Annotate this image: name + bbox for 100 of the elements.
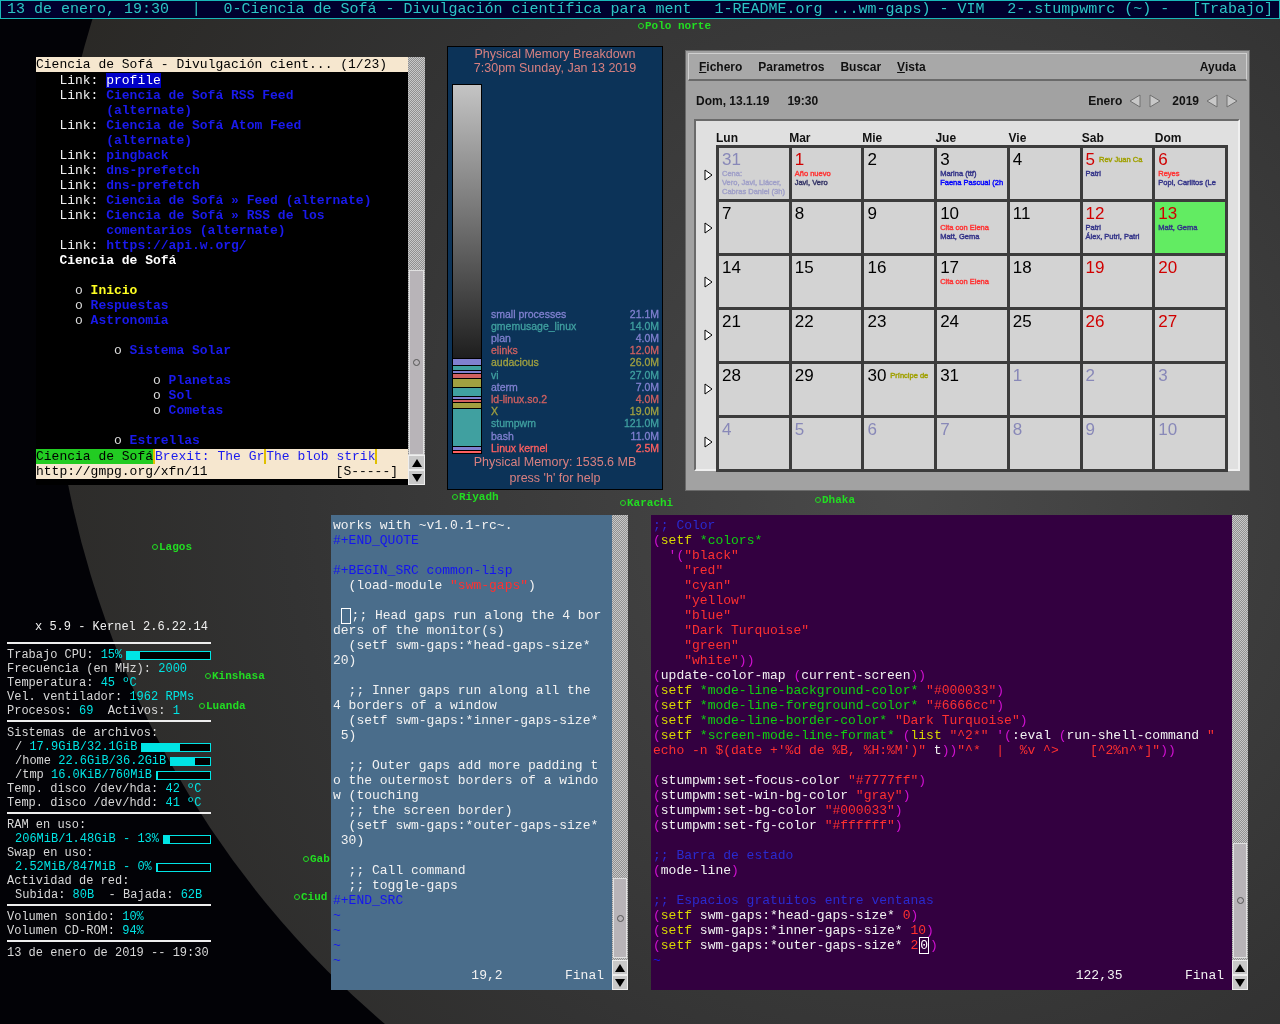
day-number: 31 [722, 150, 741, 169]
weekday-header: Jue [935, 131, 958, 145]
bullet-marker: o [153, 388, 161, 403]
scroll-position: Final [1185, 968, 1224, 983]
calendar-day-cell[interactable]: 31 [937, 364, 1007, 415]
link-label: Link: [59, 193, 99, 208]
process-name: audacious [491, 356, 539, 369]
status-line: 206MiB/1.48GiB - 13% [15, 832, 160, 846]
calendar-day-cell[interactable]: 8 [791, 202, 862, 253]
scrollbar[interactable] [408, 57, 425, 485]
code-line: w (touching [333, 788, 420, 803]
current-time: 19:30 [787, 94, 819, 108]
link-label: Link: [59, 73, 99, 88]
status-line: Actividad de red: [7, 874, 130, 888]
scroll-thumb[interactable] [613, 878, 627, 958]
calendar-day-cell[interactable]: 21 [719, 310, 789, 361]
week-arrow-icon[interactable] [703, 222, 713, 235]
week-arrow-icon[interactable] [703, 436, 713, 449]
code-line: ;; Call command [347, 863, 467, 878]
menu-item[interactable]: Ayuda [1199, 59, 1236, 74]
link[interactable]: profile [106, 73, 161, 88]
scroll-thumb[interactable] [1233, 843, 1247, 958]
memory-size: 11.0M [630, 429, 659, 442]
day-number: 12 [1085, 204, 1105, 223]
browser-tab[interactable]: Brexit: The Gr [155, 449, 267, 464]
browser-tab[interactable]: Ciencia de Sofá [36, 449, 156, 464]
calendar-day-cell[interactable]: 26 [1082, 310, 1153, 361]
day-number: 21 [722, 312, 741, 331]
calendar-day-cell[interactable]: 22 [791, 310, 862, 361]
status-line: Vel. ventilador: 1962 RPMs [7, 690, 195, 704]
calendar-day-cell[interactable]: 27 [1155, 310, 1225, 361]
memory-size: 21.1M [629, 307, 659, 320]
menu-link[interactable]: Inicio [90, 283, 138, 298]
day-number: 28 [722, 366, 741, 385]
day-number: 13 [1158, 204, 1178, 223]
day-number: 15 [794, 258, 814, 277]
process-name: small processes [491, 307, 567, 320]
calendar-day-cell[interactable]: 24 [937, 310, 1007, 361]
week-arrow-icon[interactable] [703, 382, 713, 395]
week-arrow-icon[interactable] [703, 329, 713, 342]
status-line: Subida: 80B - Bajada: 62B [15, 888, 203, 902]
memory-size: 2.5M [635, 441, 659, 454]
bullet-marker: o [75, 298, 83, 313]
calendar-day-cell[interactable]: 11 [1009, 202, 1080, 253]
code-line: ~ [333, 923, 342, 938]
calendar-day-cell[interactable]: 4 [1009, 148, 1080, 199]
code-line: #+END_QUOTE [333, 533, 420, 548]
scrollbar[interactable] [1232, 515, 1248, 990]
memory-total: Physical Memory: 1535.6 MB [472, 454, 638, 470]
menu-item[interactable]: Vista [897, 59, 926, 74]
code-line: (setf *mode-line-foreground-color* "#6666cc") [653, 698, 1006, 713]
next-year-icon[interactable] [1225, 94, 1239, 108]
calendar-day-cell[interactable]: 19 [1082, 256, 1153, 307]
calendar-day-cell[interactable]: 2 [864, 148, 935, 199]
bullet-marker: o [153, 403, 161, 418]
calendar-day-cell[interactable]: 25 [1009, 310, 1080, 361]
process-name: vi [491, 368, 499, 381]
link-label: Link: [59, 178, 99, 193]
code-line: ~ [333, 953, 342, 968]
menu-item[interactable]: Fichero [699, 59, 743, 74]
calendar-day-cell[interactable]: 28 [719, 364, 789, 415]
calendar-day-cell[interactable]: 16 [864, 256, 935, 307]
calendar-day-cell[interactable]: 15 [791, 256, 862, 307]
next-month-icon[interactable] [1148, 94, 1163, 108]
status-flags: [S-----] [335, 464, 398, 479]
scroll-down-button[interactable] [408, 470, 425, 485]
code-line: ;; Color [653, 518, 717, 533]
browser-tab[interactable]: The blob strik [266, 449, 378, 464]
link-label: Link: [59, 163, 99, 178]
calendar-day-cell[interactable]: 29 [791, 364, 862, 415]
scroll-down-button[interactable] [612, 975, 628, 990]
week-arrow-icon[interactable] [703, 168, 713, 181]
city-label: Karachi [627, 497, 674, 509]
calendar-day-cell[interactable]: 18 [1009, 256, 1080, 307]
day-number: 26 [1085, 312, 1105, 331]
menu-item[interactable]: Parametros [758, 59, 825, 74]
code-line: (stumpwm:set-bg-color "#000033") [653, 803, 904, 818]
process-name: stumpwm [491, 417, 536, 430]
calendar-day-cell[interactable]: 14 [719, 256, 789, 307]
week-arrow-icon[interactable] [703, 275, 713, 288]
scroll-thumb[interactable] [409, 270, 424, 455]
scroll-down-button[interactable] [1232, 975, 1248, 990]
scrollbar[interactable] [612, 515, 628, 990]
day-number: 3 [1158, 366, 1168, 385]
code-line: (setf swm-gaps:*inner-gaps-size* 10) [653, 923, 935, 938]
calendar-day-cell[interactable]: 9 [864, 202, 935, 253]
previous-year-icon[interactable] [1205, 94, 1219, 108]
calendar-day-cell[interactable]: 7 [719, 202, 789, 253]
code-line: ;; the screen border) [347, 803, 514, 818]
previous-month-icon[interactable] [1128, 94, 1143, 108]
menu-item[interactable]: Buscar [840, 59, 882, 74]
day-number: 4 [1012, 150, 1023, 169]
code-line: (setf swm-gaps:*outer-gaps-size* 2 0) [653, 938, 939, 953]
process-name: ld-linux.so.2 [491, 393, 548, 406]
help-hint: press 'h' for help [508, 470, 602, 486]
calendar-day-cell[interactable]: 20 [1155, 256, 1225, 307]
cursor-position: 19,2 [471, 968, 503, 983]
calendar-day-cell[interactable]: 23 [864, 310, 935, 361]
day-number: 6 [1158, 150, 1168, 169]
cursor-position: 122,35 [1075, 968, 1123, 983]
